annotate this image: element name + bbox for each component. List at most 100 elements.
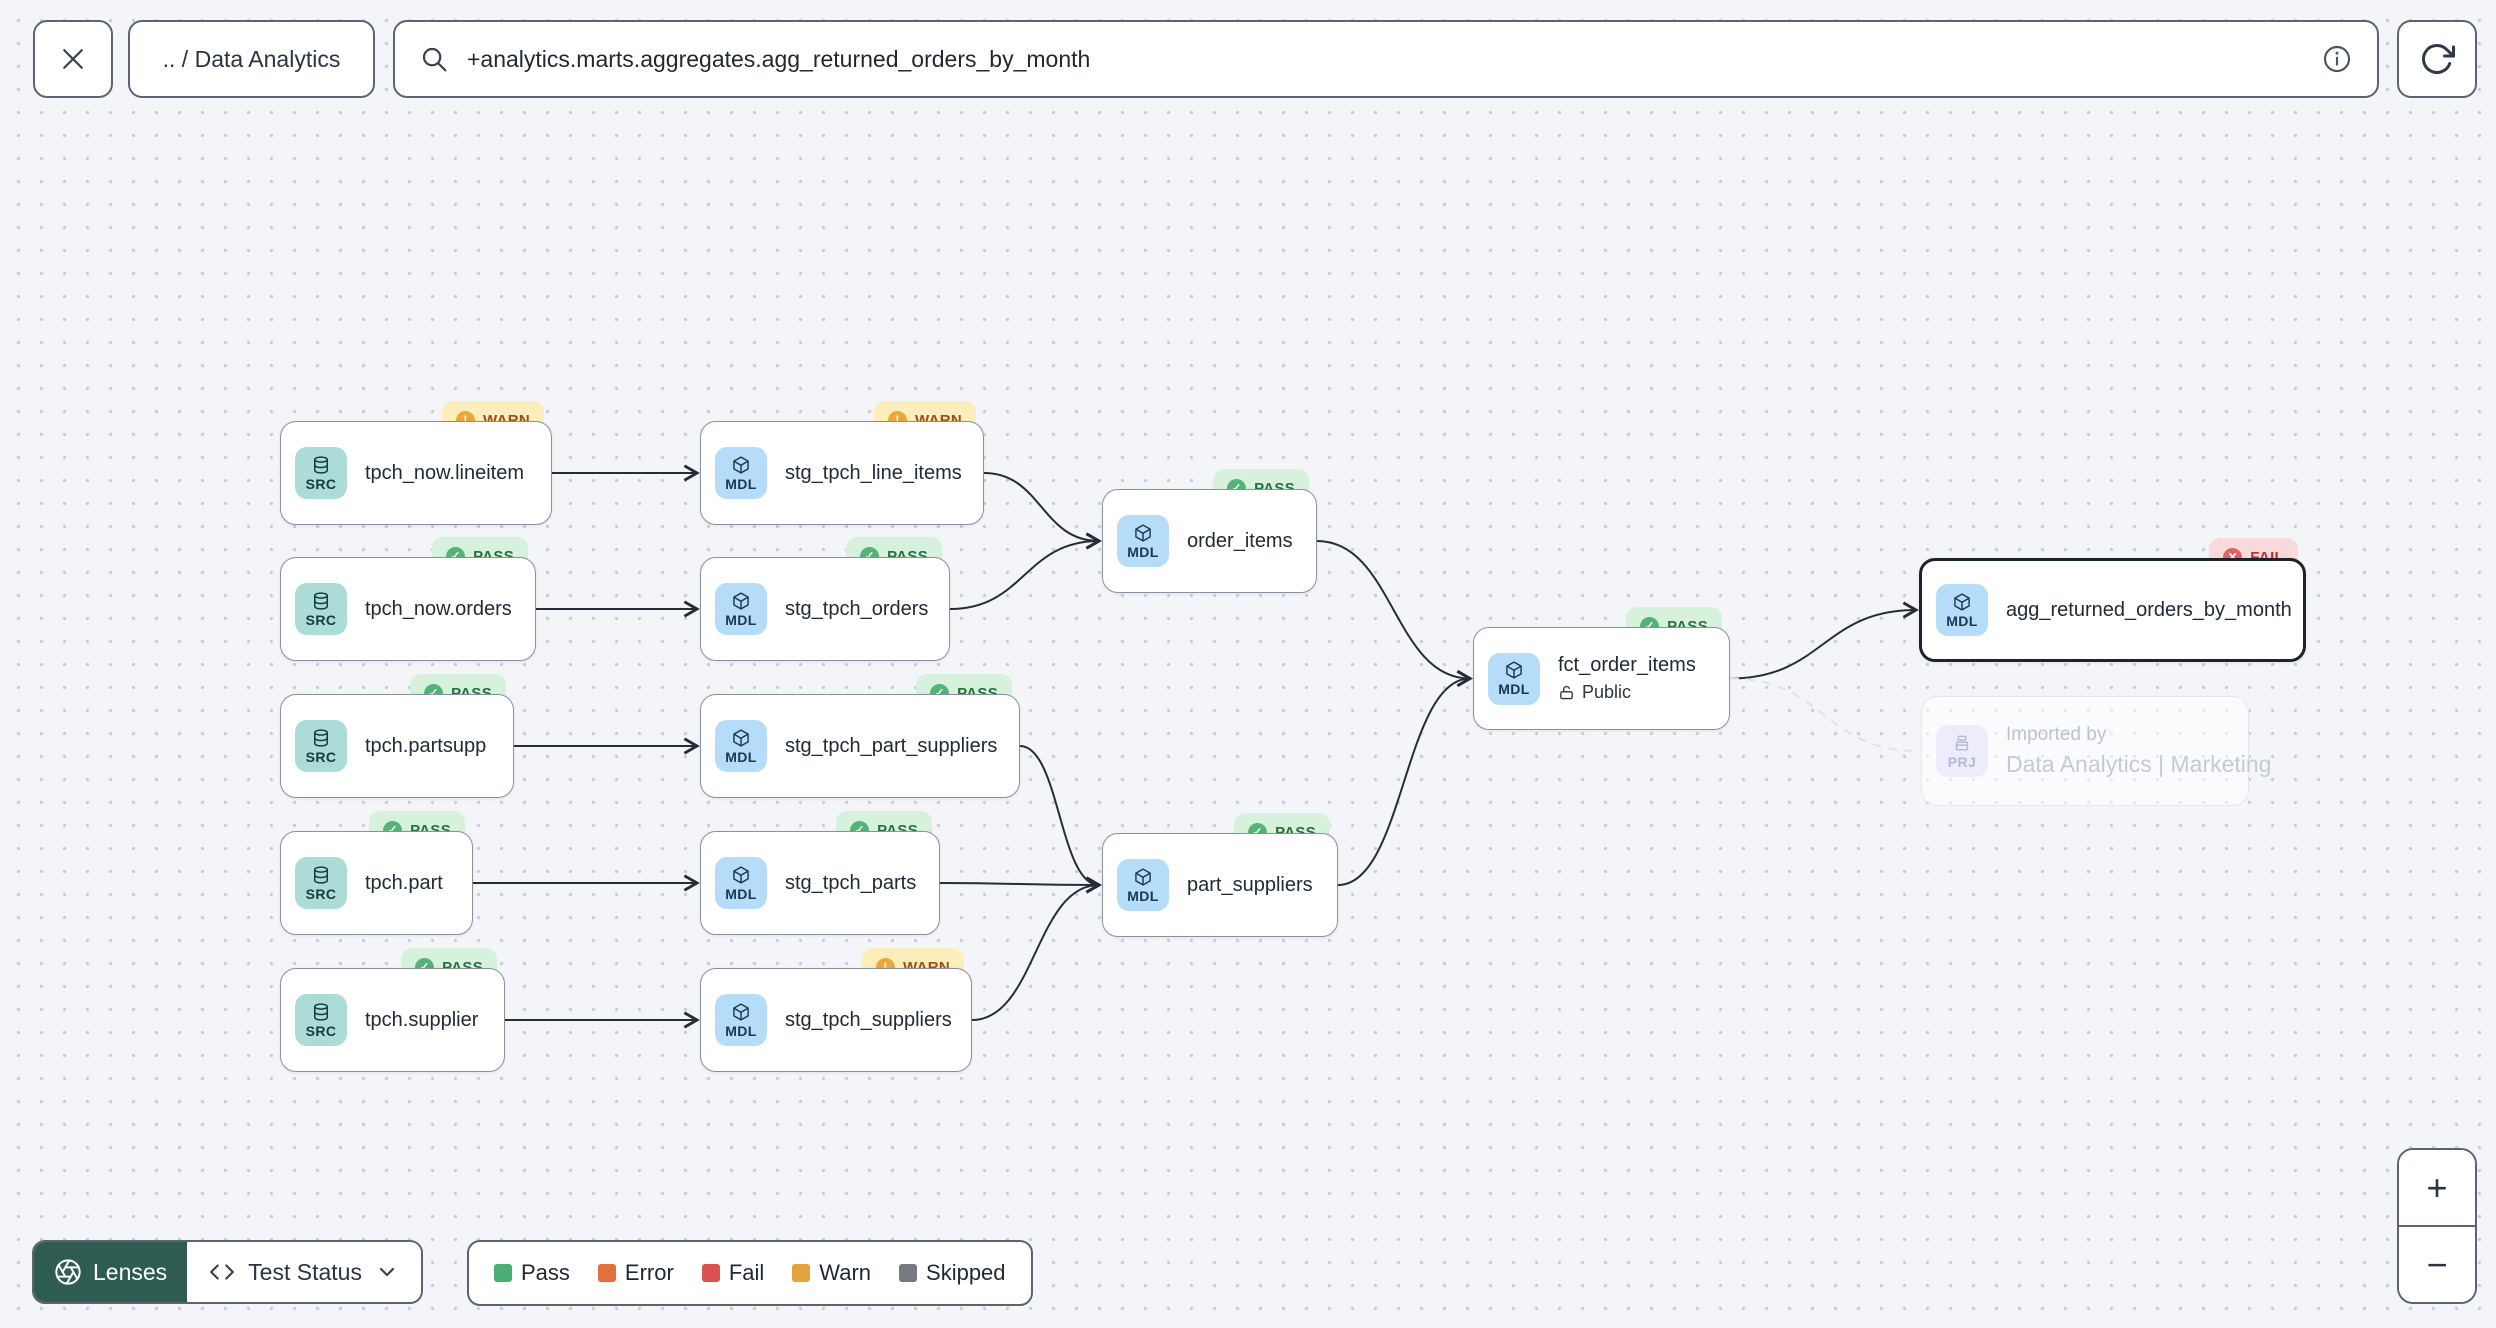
model-cube-icon [733,591,749,610]
node-src_part[interactable]: ✓ PASS SRC tpch.part [280,811,473,935]
node-title: stg_tpch_orders [785,597,929,620]
access-level: Public [1558,682,1696,703]
info-button[interactable] [2321,43,2353,75]
node-title: tpch_now.lineitem [365,461,524,484]
model-chip: MDL [1936,584,1988,636]
source-chip: SRC [295,857,347,909]
chip-label: MDL [1127,543,1159,560]
edge-stg_suppliers-to-part_suppliers [971,876,1102,1021]
node-title: tpch.supplier [365,1008,479,1031]
model-cube-icon [1135,867,1151,886]
source-chip: SRC [295,583,347,635]
node-card: MDL stg_tpch_orders [700,557,950,661]
search-icon [422,47,447,72]
node-order_items[interactable]: ✓ PASS MDL order_items [1102,469,1317,593]
node-card: MDL stg_tpch_parts [700,831,940,935]
legend-swatch [792,1264,811,1282]
model-chip: MDL [715,857,767,909]
chevron-down-icon [379,1267,395,1277]
node-stg_parts[interactable]: ✓ PASS MDL stg_tpch_parts [700,811,940,935]
model-cube-icon [1506,661,1522,679]
node-stg_suppliers[interactable]: ! WARN MDL stg_tpch_suppliers [700,948,972,1072]
node-src_partsupp[interactable]: ✓ PASS SRC tpch.partsupp [280,674,514,798]
source-chip: SRC [295,447,347,499]
chip-label: MDL [1946,612,1978,629]
source-chip: SRC [295,720,347,772]
lineage-canvas[interactable]: ! WARN SRC tpch_now.lineitem! WARN MDL stg_tpc… [0,0,2496,1328]
chip-label: SRC [305,885,337,902]
node-prj_imported[interactable]: PRJ Imported by Data Analytics | Marketing [1921,696,2271,806]
edge-part_suppliers-to-fct_order_items [1337,670,1473,886]
node-src_supplier[interactable]: ✓ PASS SRC tpch.supplier [280,948,505,1072]
edge-stg_orders-to-order_items [949,532,1102,610]
node-title: stg_tpch_part_suppliers [785,734,998,757]
node-title: tpch.partsupp [365,734,487,757]
node-title: stg_tpch_suppliers [785,1008,952,1031]
zoom-out-button[interactable]: − [2399,1227,2475,1302]
model-chip: MDL [1488,652,1540,705]
node-card: SRC tpch.part [280,831,473,935]
code-icon [210,1264,235,1280]
unlock-icon [1560,685,1573,700]
project-stack-icon [1955,735,1969,750]
zoom-in-button[interactable]: + [2399,1150,2475,1225]
legend-label: Pass [521,1260,570,1285]
lens-selector[interactable]: Test Status [187,1242,421,1302]
chip-label: MDL [725,748,757,765]
node-card: MDL agg_returned_orders_by_month [1919,558,2306,662]
legend-swatch [899,1264,918,1282]
node-card: MDL order_items [1102,489,1317,593]
node-stg_line_items[interactable]: ! WARN MDL stg_tpch_line_items [700,401,984,525]
node-title: stg_tpch_line_items [785,461,962,484]
close-button[interactable] [33,20,113,98]
refresh-icon [2422,44,2455,74]
lens-selected-label: Test Status [248,1258,362,1285]
search-bar[interactable] [393,20,2379,98]
lenses-control: Lenses Test Status [32,1240,423,1304]
zoom-controls: + − [2397,1148,2477,1304]
model-chip: MDL [715,447,767,499]
model-cube-icon [1954,592,1970,611]
model-cube-icon [733,728,749,747]
model-cube-icon [733,455,749,474]
node-card: SRC tpch_now.orders [280,557,536,661]
database-icon [314,728,328,747]
node-title: Imported by [2006,724,2107,745]
node-part_suppliers[interactable]: ✓ PASS MDL part_suppliers [1102,813,1338,937]
test-status-legend: Pass Error Fail Warn Skipped [467,1240,1033,1306]
model-chip: MDL [1117,859,1169,911]
breadcrumb-label: .. / Data Analytics [162,45,341,72]
node-card: MDL part_suppliers [1102,833,1338,937]
node-card: MDL stg_tpch_line_items [700,421,984,525]
model-chip: MDL [715,583,767,635]
node-stg_part_suppliers[interactable]: ✓ PASS MDL stg_tpch_part_suppliers [700,674,1020,798]
legend-item-pass: Pass [494,1260,570,1286]
close-icon [63,49,83,69]
edges-layer [473,464,1919,1029]
edge-stg_parts-to-part_suppliers [939,876,1102,894]
node-title: tpch_now.orders [365,597,512,620]
node-src_lineitem[interactable]: ! WARN SRC tpch_now.lineitem [280,401,552,525]
edge-fct_order_items-to-agg_returned [1729,601,1919,680]
node-stg_orders[interactable]: ✓ PASS MDL stg_tpch_orders [700,537,950,661]
node-fct_order_items[interactable]: ✓ PASS MDL fct_order_items Public [1473,607,1730,730]
chip-label: MDL [725,475,757,492]
legend-item-fail: Fail [701,1260,764,1286]
node-src_orders[interactable]: ✓ PASS SRC tpch_now.orders [280,537,536,661]
search-input[interactable] [465,44,2305,74]
database-icon [314,1002,328,1021]
refresh-button[interactable] [2397,20,2477,98]
legend-swatch [494,1264,512,1282]
model-chip: MDL [1117,515,1169,567]
lenses-button[interactable]: Lenses [34,1242,188,1302]
breadcrumb[interactable]: .. / Data Analytics [128,20,375,98]
edge-stg_part_suppliers-to-part_suppliers [1019,745,1102,894]
node-title: part_suppliers [1187,873,1313,896]
model-chip: MDL [715,720,767,772]
node-agg_returned[interactable]: ✕ FAIL MDL agg_returned_orders_by_month [1919,538,2306,662]
node-card: MDL fct_order_items Public [1473,627,1730,730]
lenses-label: Lenses [93,1258,168,1285]
node-card: SRC tpch.partsupp [280,694,514,798]
model-cube-icon [733,1002,749,1021]
legend-label: Skipped [926,1260,1006,1285]
